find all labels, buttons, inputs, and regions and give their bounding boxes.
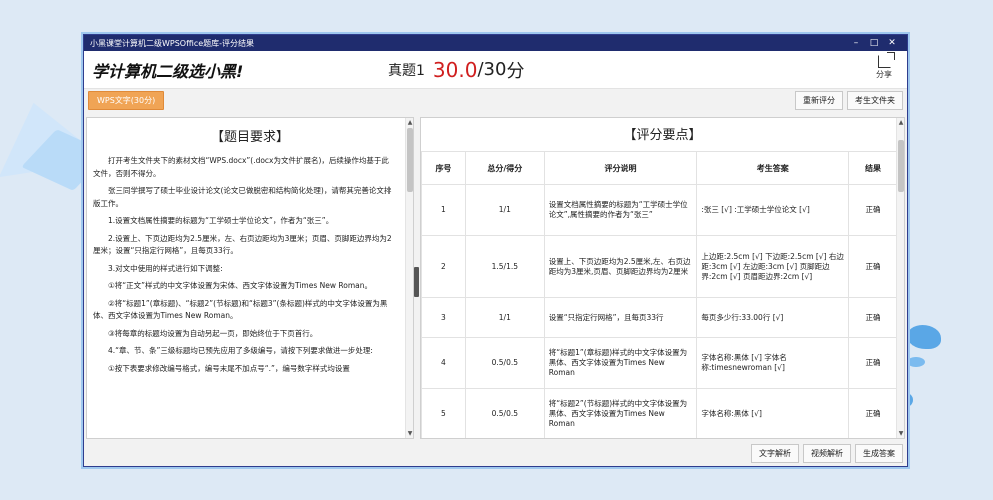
table-row: 5 0.5/0.5 将“标题2”(节标题)样式的中文字体设置为黑体、西文字体设置… — [421, 388, 898, 438]
grading-pane: 【评分要点】 序号 总分/得分 评分说明 考生答案 结果 1 1/1 设置文档属… — [420, 117, 905, 439]
grading-title: 【评分要点】 — [623, 128, 702, 143]
footer-bar: 文字解析 视频解析 生成答案 — [84, 440, 907, 466]
requirement-paragraph: ②将“标题1”(章标题)、“标题2”(节标题)和“标题3”(条标题)样式的中文字… — [93, 298, 388, 321]
requirement-paragraph: 4.“章、节、条”三级标题均已预先应用了多级编号，请按下列要求做进一步处理: — [108, 346, 373, 355]
requirement-paragraph: ①按下表要求修改编号格式，编号末尾不加点号“.”，编号数字样式均设置 — [108, 363, 350, 373]
row-score: 1/1 — [464, 184, 545, 236]
header: 学计算机二级选小黑! 真题1 30.0/30 分 分享 — [84, 51, 907, 89]
scroll-thumb[interactable] — [898, 140, 904, 192]
close-button[interactable]: ✕ — [883, 38, 901, 48]
row-answer: 每页多少行:33.00行 [√] — [696, 297, 850, 338]
column-header: 总分/得分 — [464, 151, 545, 185]
table-header-row: 序号 总分/得分 评分说明 考生答案 结果 — [421, 151, 898, 185]
table-row: 3 1/1 设置“只指定行网格”，且每页33行 每页多少行:33.00行 [√]… — [421, 297, 898, 338]
right-scrollbar[interactable]: ▲ ▼ — [896, 118, 904, 438]
column-header: 考生答案 — [696, 151, 850, 185]
exam-name: 真题1 — [388, 62, 425, 79]
row-description: 将“标题2”(节标题)样式的中文字体设置为黑体、西文字体设置为Times New… — [543, 388, 698, 438]
requirements-content: 打开考生文件夹下的素材文档“WPS.docx”(.docx为文件扩展名)，后续操… — [87, 155, 413, 375]
row-number: 3 — [421, 297, 466, 338]
scroll-down-icon[interactable]: ▼ — [897, 429, 904, 438]
minimize-button[interactable]: – — [847, 38, 865, 48]
row-answer: 字体名称:黑体 [√] 字体名称:timesnewroman [√] — [696, 337, 850, 389]
regrade-button[interactable]: 重新评分 — [795, 90, 843, 110]
score-obtained: 30.0 — [432, 57, 478, 82]
app-window: 小黑课堂计算机二级WPSOffice题库-评分结果 – □ ✕ 学计算机二级选小… — [83, 34, 908, 467]
row-result: 正确 — [848, 337, 898, 389]
row-number: 4 — [421, 337, 466, 389]
tab-wps-text[interactable]: WPS文字(30分) — [88, 90, 165, 110]
row-score: 0.5/0.5 — [464, 388, 545, 438]
maximize-button[interactable]: □ — [865, 38, 883, 48]
left-scrollbar[interactable]: ▲ ▼ — [405, 118, 413, 438]
video-analysis-button[interactable]: 视频解析 — [803, 443, 851, 463]
row-number: 2 — [421, 235, 466, 298]
column-header: 序号 — [421, 151, 466, 185]
requirement-paragraph: 2.设置上、下页边距均为2.5厘米，左、右页边距均为3厘米；页眉、页脚距边界均为… — [93, 233, 392, 256]
content-panes: 【题目要求】 打开考生文件夹下的素材文档“WPS.docx”(.docx为文件扩… — [84, 117, 907, 439]
row-result: 正确 — [848, 388, 898, 438]
row-answer: 上边距:2.5cm [√] 下边距:2.5cm [√] 右边距:3cm [√] … — [696, 235, 850, 298]
row-description: 将“标题1”(章标题)样式的中文字体设置为黑体、西文字体设置为Times New… — [543, 337, 698, 389]
requirement-paragraph: 3.对文中使用的样式进行如下调整: — [108, 263, 223, 273]
share-button[interactable]: 分享 — [873, 55, 895, 80]
row-result: 正确 — [848, 184, 898, 236]
scroll-down-icon[interactable]: ▼ — [406, 429, 413, 438]
row-score: 0.5/0.5 — [464, 337, 545, 389]
scroll-up-icon[interactable]: ▲ — [406, 118, 413, 127]
row-number: 1 — [421, 184, 466, 236]
row-score: 1/1 — [464, 297, 545, 338]
row-result: 正确 — [848, 235, 898, 298]
background-blob-decoration — [907, 325, 941, 349]
table-row: 4 0.5/0.5 将“标题1”(章标题)样式的中文字体设置为黑体、西文字体设置… — [421, 337, 898, 389]
toolbar: WPS文字(30分) 重新评分 考生文件夹 — [84, 89, 907, 111]
generate-answer-button[interactable]: 生成答案 — [855, 443, 903, 463]
requirement-paragraph: 1.设置文档属性摘要的标题为“工学硕士学位论文”，作者为“张三”。 — [108, 216, 334, 225]
requirement-paragraph: ①将“正文”样式的中文字体设置为宋体、西文字体设置为Times New Roma… — [108, 281, 372, 290]
row-answer: :张三 [√] :工学硕士学位论文 [√] — [696, 184, 850, 236]
share-label: 分享 — [876, 70, 892, 79]
requirements-pane: 【题目要求】 打开考生文件夹下的素材文档“WPS.docx”(.docx为文件扩… — [86, 117, 414, 439]
row-score: 1.5/1.5 — [464, 235, 545, 298]
text-analysis-button[interactable]: 文字解析 — [751, 443, 799, 463]
scroll-thumb[interactable] — [407, 128, 413, 192]
grading-table: 序号 总分/得分 评分说明 考生答案 结果 1 1/1 设置文档属性摘要的标题为… — [421, 151, 898, 438]
window-title: 小黑课堂计算机二级WPSOffice题库-评分结果 — [90, 38, 255, 48]
column-header: 结果 — [848, 151, 898, 185]
row-answer: 字体名称:黑体 [√] — [696, 388, 850, 438]
row-number: 5 — [421, 388, 466, 438]
requirement-paragraph: ③将每章的标题均设置为自动另起一页，即始终位于下页首行。 — [108, 328, 318, 338]
row-result: 正确 — [848, 297, 898, 338]
requirement-paragraph: 张三同学撰写了硕士毕业设计论文(论文已做脱密和结构简化处理)，请帮其完善论文排版… — [93, 186, 392, 208]
column-header: 评分说明 — [543, 151, 698, 185]
score-unit: 分 — [506, 60, 525, 82]
table-row: 2 1.5/1.5 设置上、下页边距均为2.5厘米,左、右页边距均为3厘米,页眉… — [421, 235, 898, 298]
background-blob-decoration — [907, 357, 925, 367]
share-icon — [877, 55, 891, 68]
scroll-up-icon[interactable]: ▲ — [897, 118, 904, 127]
title-bar: 小黑课堂计算机二级WPSOffice题库-评分结果 – □ ✕ — [84, 35, 907, 51]
row-description: 设置文档属性摘要的标题为“工学硕士学位论文”,属性摘要的作者为“张三” — [543, 184, 698, 236]
score-total: 30 — [483, 59, 507, 80]
candidate-folder-button[interactable]: 考生文件夹 — [847, 90, 903, 110]
requirements-title: 【题目要求】 — [210, 130, 289, 145]
splitter-handle[interactable] — [414, 267, 419, 297]
table-row: 1 1/1 设置文档属性摘要的标题为“工学硕士学位论文”,属性摘要的作者为“张三… — [421, 184, 898, 236]
requirement-paragraph: 打开考生文件夹下的素材文档“WPS.docx”(.docx为文件扩展名)，后续操… — [93, 156, 389, 178]
row-description: 设置上、下页边距均为2.5厘米,左、右页边距均为3厘米,页眉、页脚距边界均为2厘… — [543, 235, 698, 298]
brand-logo: 学计算机二级选小黑! — [92, 61, 244, 81]
row-description: 设置“只指定行网格”，且每页33行 — [543, 297, 698, 338]
